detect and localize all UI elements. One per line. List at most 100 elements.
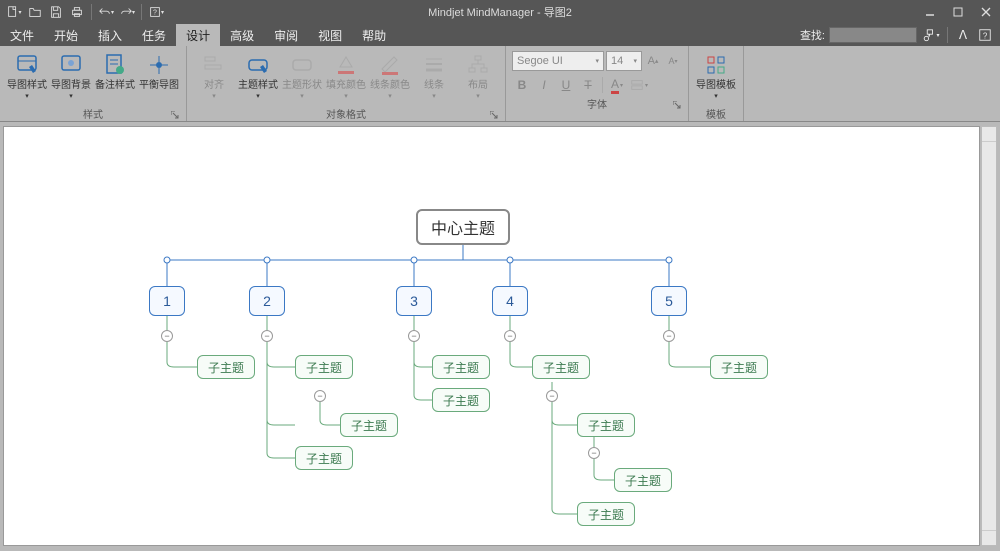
- svg-text:?: ?: [983, 32, 988, 41]
- menu-file[interactable]: 文件: [0, 24, 44, 46]
- collapse-ribbon-icon[interactable]: ᐱ: [954, 24, 972, 46]
- sub-topic[interactable]: 子主题: [614, 468, 672, 492]
- window-title: Mindjet MindManager - 导图2: [428, 4, 572, 20]
- quick-access-toolbar: ▾ ▾ ▾ ?▾: [0, 2, 166, 22]
- collapse-handle[interactable]: −: [546, 390, 558, 402]
- sub-topic[interactable]: 子主题: [340, 413, 398, 437]
- sub-topic[interactable]: 子主题: [432, 388, 490, 412]
- map-background-icon: [58, 52, 84, 78]
- note-style-button[interactable]: 备注样式: [94, 48, 136, 91]
- font-dialog-launcher[interactable]: [672, 100, 682, 110]
- collapse-handle[interactable]: −: [588, 447, 600, 459]
- strikethrough-button: T: [578, 75, 598, 95]
- ribbon-group-template: 导图模板▾ 模板: [689, 46, 744, 121]
- collapse-handle[interactable]: −: [408, 330, 420, 342]
- main-topic-1[interactable]: 1: [149, 286, 185, 316]
- highlight-button: ▾: [629, 75, 649, 95]
- topic-shape-icon: [289, 52, 315, 78]
- font-size-select[interactable]: 14▾: [606, 51, 642, 71]
- font-color-button: A▾: [607, 75, 627, 95]
- center-topic[interactable]: 中心主题: [416, 209, 510, 245]
- title-bar: ▾ ▾ ▾ ?▾ Mindjet MindManager - 导图2: [0, 0, 1000, 24]
- sub-topic[interactable]: 子主题: [577, 413, 635, 437]
- undo-icon[interactable]: ▾: [96, 2, 116, 22]
- align-icon: [201, 52, 227, 78]
- menu-design[interactable]: 设计: [176, 24, 220, 46]
- lines-icon: [421, 52, 447, 78]
- sub-topic[interactable]: 子主题: [295, 355, 353, 379]
- search-icon[interactable]: ▾: [921, 25, 941, 45]
- ribbon: 导图样式▾ 导图背景▾ 备注样式 平衡导图 样式 对齐▾: [0, 46, 1000, 122]
- mindmap-canvas[interactable]: 中心主题 1 2 3 4 5 − − − − − 子主题 子主题 − 子主题 子…: [3, 126, 980, 546]
- collapse-handle[interactable]: −: [663, 330, 675, 342]
- underline-button: U: [556, 75, 576, 95]
- maximize-button[interactable]: [944, 0, 972, 24]
- lines-button: 线条▾: [413, 48, 455, 100]
- minimize-button[interactable]: [916, 0, 944, 24]
- shrink-font-button: A▾: [664, 51, 682, 71]
- help-menu-icon[interactable]: ?: [976, 24, 994, 46]
- search-label: 查找:: [800, 27, 825, 43]
- style-dialog-launcher[interactable]: [170, 110, 180, 120]
- line-color-button: 线条颜色▾: [369, 48, 411, 100]
- topic-shape-button: 主题形状▾: [281, 48, 323, 100]
- save-icon[interactable]: [46, 2, 66, 22]
- map-style-button[interactable]: 导图样式▾: [6, 48, 48, 100]
- menu-task[interactable]: 任务: [132, 24, 176, 46]
- collapse-handle[interactable]: −: [314, 390, 326, 402]
- topic-style-button[interactable]: 主题样式▾: [237, 48, 279, 100]
- main-topic-4[interactable]: 4: [492, 286, 528, 316]
- layout-button: 布局▾: [457, 48, 499, 100]
- collapse-handle[interactable]: −: [161, 330, 173, 342]
- menu-help[interactable]: 帮助: [352, 24, 396, 46]
- line-color-icon: [377, 52, 403, 78]
- open-icon[interactable]: [25, 2, 45, 22]
- sub-topic[interactable]: 子主题: [577, 502, 635, 526]
- font-name-select[interactable]: Segoe UI▾: [512, 51, 604, 71]
- window-controls: [916, 0, 1000, 24]
- sub-topic[interactable]: 子主题: [432, 355, 490, 379]
- menu-insert[interactable]: 插入: [88, 24, 132, 46]
- new-doc-icon[interactable]: ▾: [4, 2, 24, 22]
- bold-button: B: [512, 75, 532, 95]
- menu-start[interactable]: 开始: [44, 24, 88, 46]
- map-background-button[interactable]: 导图背景▾: [50, 48, 92, 100]
- ribbon-group-object-format: 对齐▾ 主题样式▾ 主题形状▾ 填充颜色▾ 线条颜色▾ 线条▾: [187, 46, 506, 121]
- menu-review[interactable]: 审阅: [264, 24, 308, 46]
- collapse-handle[interactable]: −: [504, 330, 516, 342]
- collapse-handle[interactable]: −: [261, 330, 273, 342]
- fill-color-button: 填充颜色▾: [325, 48, 367, 100]
- ribbon-group-font: Segoe UI▾ 14▾ A▴ A▾ B I U T A▾ ▾ 字体: [506, 46, 689, 121]
- help-icon[interactable]: ?▾: [146, 2, 166, 22]
- map-template-icon: [703, 52, 729, 78]
- print-icon[interactable]: [67, 2, 87, 22]
- balance-map-icon: [146, 52, 172, 78]
- ribbon-group-style: 导图样式▾ 导图背景▾ 备注样式 平衡导图 样式: [0, 46, 187, 121]
- sub-topic[interactable]: 子主题: [532, 355, 590, 379]
- fill-color-icon: [333, 52, 359, 78]
- main-topic-3[interactable]: 3: [396, 286, 432, 316]
- sub-topic[interactable]: 子主题: [295, 446, 353, 470]
- sub-topic[interactable]: 子主题: [197, 355, 255, 379]
- menu-advanced[interactable]: 高级: [220, 24, 264, 46]
- layout-icon: [465, 52, 491, 78]
- main-topic-2[interactable]: 2: [249, 286, 285, 316]
- objformat-dialog-launcher[interactable]: [489, 110, 499, 120]
- search-input[interactable]: [829, 27, 917, 43]
- redo-icon[interactable]: ▾: [117, 2, 137, 22]
- grow-font-button: A▴: [644, 51, 662, 71]
- map-style-icon: [14, 52, 40, 78]
- balance-map-button[interactable]: 平衡导图: [138, 48, 180, 91]
- map-template-button[interactable]: 导图模板▾: [695, 48, 737, 100]
- vertical-scrollbar[interactable]: [981, 126, 997, 546]
- close-button[interactable]: [972, 0, 1000, 24]
- menu-view[interactable]: 视图: [308, 24, 352, 46]
- svg-text:?: ?: [153, 10, 157, 17]
- menu-bar: 文件 开始 插入 任务 设计 高级 审阅 视图 帮助 查找: ▾ ᐱ ?: [0, 24, 1000, 46]
- canvas-area: 中心主题 1 2 3 4 5 − − − − − 子主题 子主题 − 子主题 子…: [0, 122, 1000, 551]
- italic-button: I: [534, 75, 554, 95]
- note-style-icon: [102, 52, 128, 78]
- sub-topic[interactable]: 子主题: [710, 355, 768, 379]
- align-button: 对齐▾: [193, 48, 235, 100]
- main-topic-5[interactable]: 5: [651, 286, 687, 316]
